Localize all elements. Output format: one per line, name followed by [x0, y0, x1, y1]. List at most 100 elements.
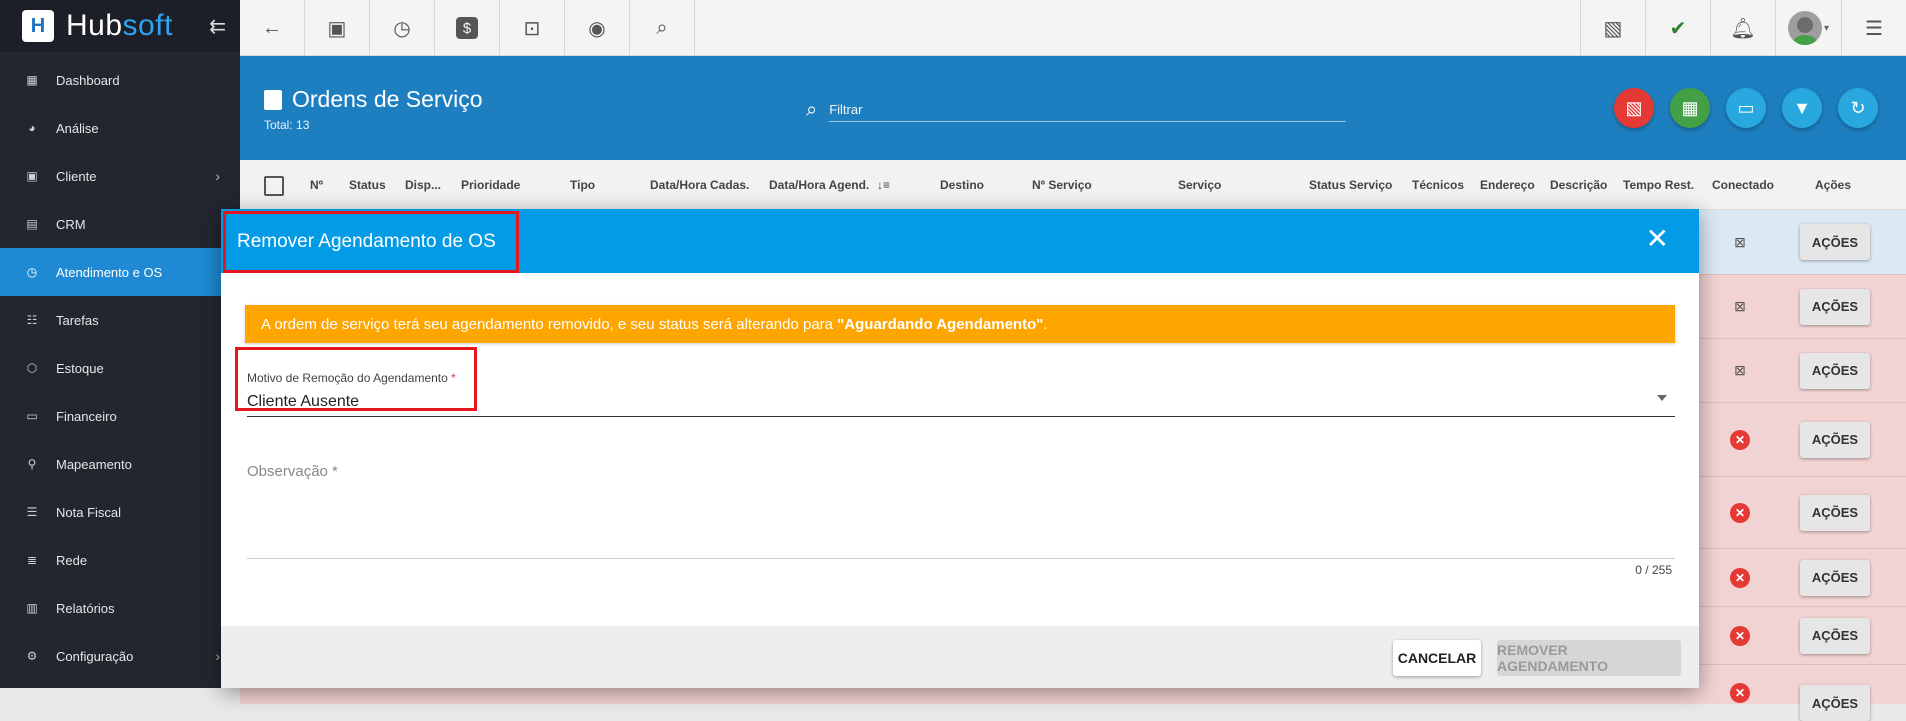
sidebar-item-mapeamento[interactable]: ⚲ Mapeamento: [0, 440, 240, 488]
monitor-icon: ▭: [1737, 97, 1755, 118]
sidebar-item-label: Cliente: [56, 168, 97, 184]
column-header[interactable]: Prioridade: [461, 178, 520, 192]
remove-schedule-modal: Remover Agendamento de OS ✕ A ordem de s…: [221, 209, 1699, 688]
calendar-clock-icon: ◷: [26, 265, 38, 279]
monitor-button[interactable]: ▭: [1726, 88, 1766, 128]
column-header[interactable]: Tempo Rest.: [1623, 178, 1694, 192]
sidebar-item-tarefas[interactable]: ☷ Tarefas: [0, 296, 240, 344]
column-header[interactable]: Descrição: [1550, 178, 1607, 192]
acoes-button[interactable]: AÇÕES: [1800, 559, 1870, 596]
observacao-textarea[interactable]: Observação *: [247, 451, 1675, 559]
excel-icon: ▦: [1681, 97, 1699, 118]
bell-icon[interactable]: 🔔︎: [1710, 0, 1775, 56]
search-icon: ⌕: [806, 98, 818, 121]
search-icon[interactable]: ⌕: [630, 0, 695, 56]
chat-check-icon[interactable]: ✔: [1645, 0, 1710, 56]
sidebar-item-label: Relatórios: [56, 600, 115, 616]
grid-icon: ▦: [26, 73, 38, 87]
sidebar-item-label: Nota Fiscal: [56, 504, 122, 520]
acoes-button[interactable]: AÇÕES: [1800, 288, 1870, 325]
column-header[interactable]: Endereço: [1480, 178, 1535, 192]
column-header[interactable]: Tipo: [570, 178, 595, 192]
remove-schedule-button[interactable]: REMOVER AGENDAMENTO: [1497, 640, 1681, 676]
menu-icon[interactable]: ☰: [1841, 0, 1906, 56]
sidebar-item-configuracao[interactable]: ⚙ Configuração ›: [0, 632, 240, 680]
highlight-box: [235, 347, 477, 411]
sidebar-item-cliente[interactable]: ▣ Cliente ›: [0, 152, 240, 200]
sidebar-item-crm[interactable]: ▤ CRM: [0, 200, 240, 248]
column-header[interactable]: Status Serviço: [1309, 178, 1392, 192]
terminal-icon[interactable]: ⊡: [500, 0, 565, 56]
acoes-button[interactable]: AÇÕES: [1800, 494, 1870, 531]
highlight-box: [223, 211, 519, 273]
pie-chart-icon: ◕: [28, 121, 36, 135]
cancel-button[interactable]: CANCELAR: [1393, 640, 1481, 676]
acoes-button[interactable]: AÇÕES: [1800, 352, 1870, 389]
filter-input[interactable]: [829, 98, 1346, 122]
box-icon: ⬡: [26, 361, 38, 375]
sidebar-item-dashboard[interactable]: ▦ Dashboard: [0, 56, 240, 104]
eye-icon[interactable]: ◉: [565, 0, 630, 56]
export-excel-button[interactable]: ▦: [1670, 88, 1710, 128]
page-title-text: Ordens de Serviço: [292, 86, 483, 112]
refresh-icon: ↻: [1850, 97, 1866, 118]
modal-header: Remover Agendamento de OS ✕: [221, 209, 1699, 273]
column-header[interactable]: Serviço: [1178, 178, 1221, 192]
acoes-button[interactable]: AÇÕES: [1800, 421, 1870, 458]
dropdown-arrow-icon[interactable]: [1657, 395, 1667, 401]
column-header[interactable]: Data/Hora Cadas.: [650, 178, 749, 192]
select-all-checkbox[interactable]: [264, 176, 284, 196]
sort-icon[interactable]: ↓≡: [877, 178, 890, 192]
column-header[interactable]: Disp...: [405, 178, 441, 192]
page-title: Ordens de Serviço: [264, 86, 482, 113]
alert-text: A ordem de serviço terá seu agendamento …: [261, 316, 838, 333]
sidebar-item-financeiro[interactable]: ▭ Financeiro: [0, 392, 240, 440]
user-menu[interactable]: ▾: [1775, 0, 1841, 56]
modal-footer: CANCELAR REMOVER AGENDAMENTO: [221, 626, 1699, 688]
collapse-menu-icon[interactable]: ⇇: [209, 14, 226, 39]
report-icon: ▥: [26, 601, 38, 615]
avatar: [1787, 11, 1822, 45]
column-header[interactable]: Data/Hora Agend.: [769, 178, 869, 192]
filter-button[interactable]: ▼: [1782, 88, 1822, 128]
document-icon: [264, 89, 282, 110]
sidebar-item-nota-fiscal[interactable]: ☰ Nota Fiscal: [0, 488, 240, 536]
pdf-icon: ▧: [1625, 97, 1643, 118]
sidebar-nav: ▦ Dashboard ◕ Análise ▣ Cliente › ▤ CRM ◷ Aten…: [0, 56, 240, 680]
sidebar-item-label: Análise: [56, 120, 99, 136]
contact-card-icon[interactable]: ▣: [305, 0, 370, 56]
acoes-button[interactable]: AÇÕES: [1800, 685, 1870, 721]
contact-icon: ▣: [26, 169, 38, 183]
sidebar-item-estoque[interactable]: ⬡ Estoque: [0, 344, 240, 392]
back-arrow-icon[interactable]: ←: [240, 0, 305, 56]
column-header[interactable]: Status: [349, 178, 386, 192]
column-header[interactable]: Ações: [1815, 178, 1851, 192]
logo[interactable]: H Hubsoft ⇇: [0, 0, 240, 52]
tasks-icon: ☷: [26, 313, 38, 327]
sidebar-item-relatorios[interactable]: ▥ Relatórios: [0, 584, 240, 632]
chevron-right-icon: ›: [215, 648, 220, 664]
column-header[interactable]: Destino: [940, 178, 984, 192]
sidebar-item-label: Estoque: [56, 360, 104, 376]
refresh-button[interactable]: ↻: [1838, 88, 1878, 128]
logo-text: Hubsoft: [66, 9, 173, 42]
header-actions: ▧ ▦ ▭ ▼ ↻: [1614, 88, 1878, 128]
export-pdf-button[interactable]: ▧: [1614, 88, 1654, 128]
sidebar-item-rede[interactable]: ≣ Rede: [0, 536, 240, 584]
acoes-button[interactable]: AÇÕES: [1800, 224, 1870, 260]
close-icon[interactable]: ✕: [1646, 225, 1669, 253]
calendar-clock-icon[interactable]: ◷: [370, 0, 435, 56]
column-header[interactable]: Conectado: [1712, 178, 1774, 192]
sidebar-item-label: Mapeamento: [56, 456, 132, 472]
disconnected-pc-icon: ⊠: [1734, 362, 1746, 378]
total-count: Total: 13: [264, 118, 310, 132]
column-header[interactable]: Nº: [310, 178, 323, 192]
column-header[interactable]: Técnicos: [1412, 178, 1464, 192]
acoes-button[interactable]: AÇÕES: [1800, 617, 1870, 654]
sidebar-item-analise[interactable]: ◕ Análise: [0, 104, 240, 152]
pdf-icon[interactable]: ▧: [1580, 0, 1645, 56]
sidebar-item-atendimento[interactable]: ◷ Atendimento e OS: [0, 248, 240, 296]
filter-icon: ▼: [1793, 97, 1811, 118]
dollar-icon[interactable]: $: [435, 0, 500, 56]
column-header[interactable]: Nº Serviço: [1032, 178, 1092, 192]
